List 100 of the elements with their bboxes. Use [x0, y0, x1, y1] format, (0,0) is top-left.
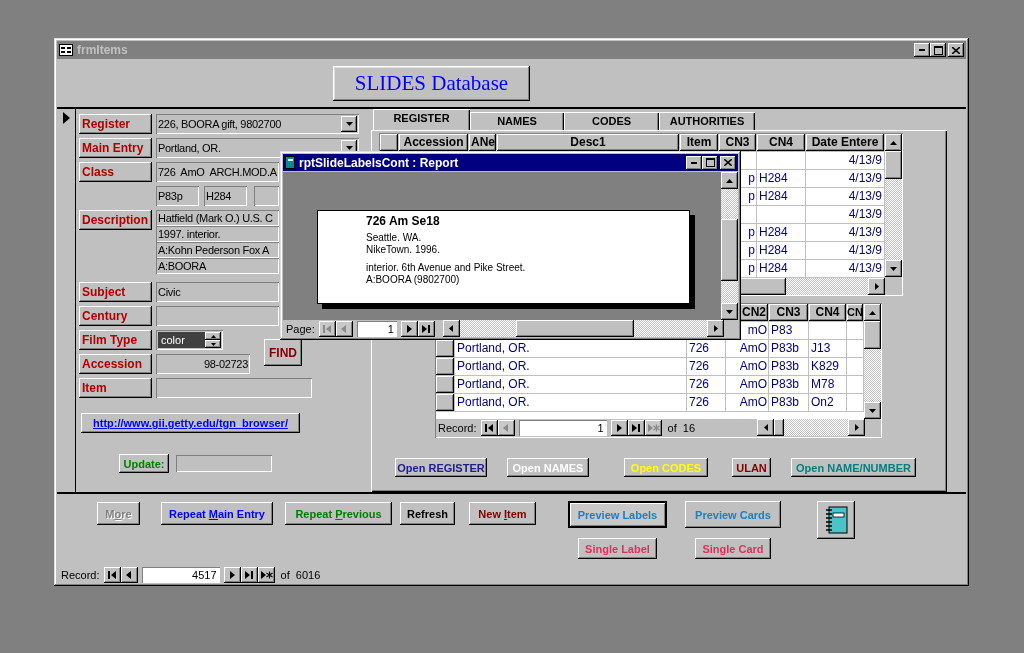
horizontal-scrollbar[interactable]: [757, 419, 865, 436]
field-label: Register: [79, 114, 152, 134]
tab[interactable]: AUTHORITIES: [659, 112, 755, 130]
text-field[interactable]: 98-02723: [156, 354, 250, 374]
text-field[interactable]: [176, 455, 272, 472]
last-record-button[interactable]: [240, 566, 258, 583]
scroll-thumb[interactable]: [515, 320, 634, 337]
scroll-up-button[interactable]: [864, 304, 881, 321]
notebook-icon: [824, 506, 848, 534]
column-header[interactable]: CN3: [719, 134, 757, 152]
scroll-down-button[interactable]: [864, 402, 881, 419]
vertical-scrollbar[interactable]: [864, 304, 881, 419]
scroll-thumb[interactable]: [738, 278, 786, 295]
scroll-down-button[interactable]: [885, 260, 902, 277]
text-field[interactable]: [156, 378, 312, 398]
horizontal-scrollbar[interactable]: [442, 320, 724, 337]
column-header[interactable]: Desc1: [497, 134, 680, 152]
open-button[interactable]: ULAN: [732, 458, 771, 477]
close-button[interactable]: [948, 43, 964, 57]
text-field[interactable]: [254, 186, 279, 206]
scroll-left-button[interactable]: [757, 419, 774, 436]
scroll-right-button[interactable]: [848, 419, 865, 436]
maximize-button[interactable]: [702, 155, 718, 170]
select-all-button[interactable]: [380, 134, 399, 152]
scroll-thumb[interactable]: [774, 419, 784, 436]
scroll-down-button[interactable]: [721, 303, 738, 320]
column-header[interactable]: CN4: [757, 134, 806, 152]
page-number-field[interactable]: 1: [356, 320, 397, 337]
tab[interactable]: CODES: [564, 112, 659, 130]
open-button[interactable]: Open REGISTER: [395, 458, 487, 477]
scroll-right-button[interactable]: [707, 320, 724, 337]
close-button[interactable]: [720, 155, 736, 170]
current-record-icon: [63, 112, 70, 124]
database-title: SLIDES Database: [333, 66, 530, 101]
column-header[interactable]: CN4: [809, 304, 847, 322]
minimize-button[interactable]: [914, 43, 930, 57]
column-header[interactable]: CN2: [740, 304, 769, 322]
text-field[interactable]: 726 AmO ARCH.MOD.A: [156, 162, 279, 182]
action-button[interactable]: Repeat Main Entry: [161, 502, 273, 525]
last-record-button[interactable]: [627, 419, 645, 436]
scroll-thumb[interactable]: [864, 321, 881, 349]
field-label: Description: [79, 210, 152, 230]
spin-box[interactable]: color: [156, 330, 223, 350]
page-label: Page:: [286, 322, 315, 335]
last-page-button[interactable]: [417, 320, 435, 337]
combo-box[interactable]: 226, BOORA gift, 9802700: [156, 114, 359, 134]
prev-record-button[interactable]: [120, 566, 138, 583]
first-record-button[interactable]: [103, 566, 121, 583]
action-button[interactable]: New Item: [469, 502, 536, 525]
record-number-field[interactable]: 1: [518, 419, 607, 436]
vertical-scrollbar[interactable]: [885, 134, 902, 277]
vertical-scrollbar[interactable]: [721, 172, 738, 320]
record-number-field[interactable]: 4517: [141, 566, 220, 583]
column-header[interactable]: Accession: [399, 134, 469, 152]
tab[interactable]: NAMES: [470, 112, 564, 130]
new-record-button[interactable]: [257, 566, 275, 583]
up-arrow-icon: [869, 310, 876, 315]
text-field[interactable]: Civic: [156, 282, 279, 302]
find-button[interactable]: FIND: [264, 339, 302, 366]
column-header[interactable]: ANe: [469, 134, 497, 152]
first-record-icon: [482, 421, 496, 434]
maximize-button[interactable]: [930, 43, 946, 57]
text-field[interactable]: [156, 306, 279, 326]
tab[interactable]: REGISTER: [373, 109, 470, 130]
field-label: Main Entry: [79, 138, 152, 158]
scroll-left-button[interactable]: [442, 320, 460, 337]
row-selector[interactable]: [436, 394, 455, 412]
web-link-button[interactable]: http://www.gii.getty.edu/tgn_browser/: [81, 413, 300, 433]
next-record-button[interactable]: [223, 566, 241, 583]
first-record-icon: [105, 568, 119, 581]
book-icon: [285, 156, 295, 169]
column-header[interactable]: CN3: [769, 304, 809, 322]
scroll-up-button[interactable]: [885, 134, 902, 151]
row-selector[interactable]: [436, 340, 455, 358]
field-label: Class: [79, 162, 152, 182]
row-selector[interactable]: [436, 376, 455, 394]
label-text: NikeTown. 1996.: [366, 244, 441, 256]
right-arrow-icon: [854, 424, 859, 431]
maximize-icon: [705, 158, 715, 167]
minimize-icon: [919, 49, 925, 51]
up-arrow-icon: [726, 178, 733, 183]
scroll-up-button[interactable]: [721, 172, 738, 189]
notebook-button[interactable]: [817, 501, 855, 539]
minimize-button[interactable]: [686, 155, 702, 170]
label-heading: 726 Am Se18: [366, 214, 441, 228]
column-header[interactable]: CN: [847, 304, 864, 322]
horizontal-scrollbar[interactable]: [738, 278, 885, 295]
label-text: Seattle. WA.: [366, 232, 423, 244]
scroll-thumb[interactable]: [721, 219, 738, 281]
action-button[interactable]: Refresh: [400, 502, 455, 525]
next-record-button[interactable]: [610, 419, 628, 436]
column-header[interactable]: Date Entere: [806, 134, 885, 152]
scroll-right-button[interactable]: [868, 278, 885, 295]
column-header[interactable]: Item: [680, 134, 719, 152]
scroll-thumb[interactable]: [885, 151, 902, 179]
text-field[interactable]: H284: [204, 186, 247, 206]
next-page-button[interactable]: [400, 320, 418, 337]
row-selector[interactable]: [436, 358, 455, 376]
first-record-button[interactable]: [480, 419, 498, 436]
text-field[interactable]: P83p: [156, 186, 199, 206]
